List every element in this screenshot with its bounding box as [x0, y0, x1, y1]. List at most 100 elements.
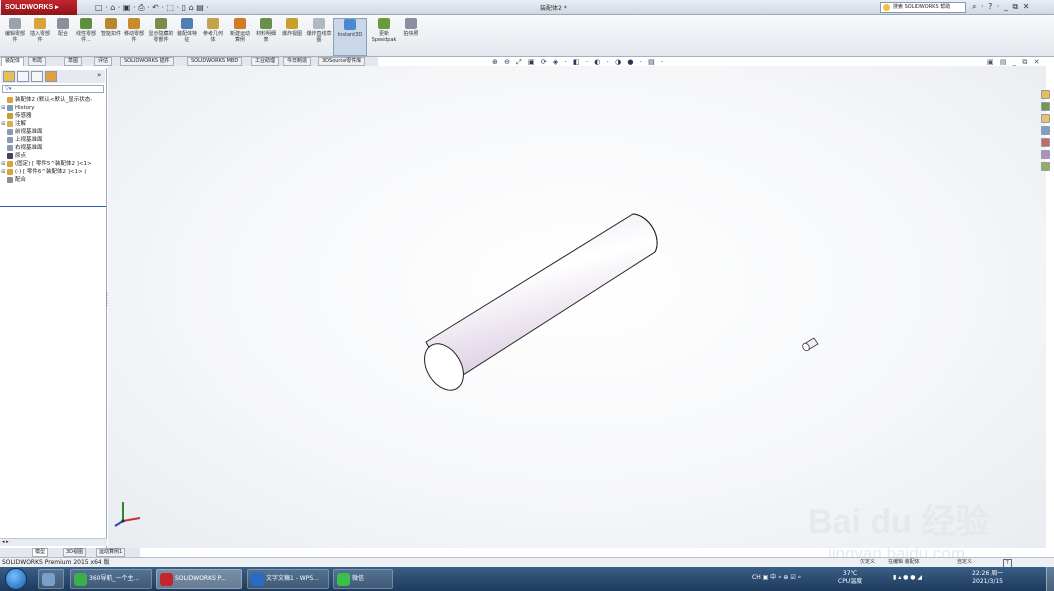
tab-1[interactable]: 布局	[28, 57, 47, 66]
ribbon-button-7[interactable]: 装配体特征	[175, 18, 199, 56]
tree-node-label: 前视基准面	[15, 129, 43, 135]
ribbon-button-10[interactable]: 材料明细表	[254, 18, 278, 56]
bottom-tab-2[interactable]: 运动算例1	[96, 548, 126, 557]
panel-splitter[interactable]: :::	[106, 292, 110, 310]
show-desktop-button[interactable]	[1046, 567, 1054, 591]
assembly-icon	[7, 97, 13, 103]
ribbon-button-4[interactable]: 智能扣件	[101, 18, 121, 56]
tab-8[interactable]: 3DSource零件库	[318, 57, 366, 66]
tree-node-label: (-) [ 零件6^装配体2 ]<1> (	[15, 169, 87, 175]
tree-node-label: 原点	[15, 153, 27, 159]
cpu-temp-label: CPU温度	[838, 578, 863, 585]
bottom-tab-0[interactable]: 模型	[32, 548, 49, 557]
status-units[interactable]: 自定义 ·	[957, 558, 975, 567]
taskbar-item-1[interactable]: 360导航_一个主...	[70, 569, 152, 589]
taskbar-item-4[interactable]: 微信	[333, 569, 393, 589]
wechat-icon	[337, 573, 350, 586]
ribbon-button-label: 显示隐藏的零部件	[148, 31, 174, 43]
small-pin-part[interactable]	[801, 337, 819, 352]
clock[interactable]: 22:26 周一 2021/3/15	[972, 570, 1003, 586]
ribbon-button-15[interactable]: 拍快照	[401, 18, 421, 56]
collapse-panel-button[interactable]: »	[97, 71, 101, 79]
tree-node[interactable]: 上视基准面	[1, 136, 105, 144]
system-tray[interactable]: CH ▣ 中 ⸰ ⊕ ☑ ⸰	[752, 574, 801, 582]
toolbox-icon[interactable]	[1041, 162, 1050, 171]
solidworks-logo[interactable]: SOLIDWORKS ▸	[1, 0, 77, 15]
tab-4[interactable]: SOLIDWORKS 插件	[120, 57, 174, 66]
taskbar-item-3[interactable]: 文字文稿1 - WPS...	[247, 569, 329, 589]
tab-0[interactable]: 装配体	[1, 57, 25, 66]
tray-icons-2[interactable]: ▮ ▴ ● ● ◢	[893, 574, 922, 582]
tree-node[interactable]: 传感器	[1, 112, 105, 120]
tab-3[interactable]: 评估	[94, 57, 113, 66]
start-button[interactable]	[5, 568, 27, 590]
plane-icon	[7, 145, 13, 151]
tree-rollback-bar[interactable]	[0, 206, 106, 207]
graphics-area[interactable]: Bai du 经验 jingyan.baidu.com	[108, 66, 1046, 563]
ribbon-button-5[interactable]: 移动零部件	[122, 18, 146, 56]
feature-manager-tab-icon[interactable]	[3, 71, 15, 82]
tree-node[interactable]: 右视基准面	[1, 144, 105, 152]
bottom-tab-1[interactable]: 3D视图	[63, 548, 87, 557]
file-explorer-icon[interactable]	[1041, 114, 1050, 123]
tree-node[interactable]: ⊞ 注解	[1, 120, 105, 128]
tree-node[interactable]: ⊞ (-) [ 零件6^装配体2 ]<1> (	[1, 168, 105, 176]
tree-node[interactable]: 原点	[1, 152, 105, 160]
taskbar-item-label: SOLIDWORKS P...	[175, 575, 227, 582]
configuration-manager-tab-icon[interactable]	[31, 71, 43, 82]
command-manager-ribbon: 编辑零部件 插入零部件 配合 线性零部件... 智能扣件 移动零部件 显示隐藏的零部件 装配体…	[0, 15, 1054, 57]
expand-icon[interactable]: ⊞	[1, 168, 5, 176]
ribbon-button-0[interactable]: 编辑零部件	[4, 18, 26, 56]
reference-geometry-icon	[207, 18, 219, 29]
bottom-tabs: 模型 3D视图 运动算例1	[0, 548, 140, 557]
resources-icon[interactable]	[1041, 90, 1050, 99]
ribbon-button-3[interactable]: 线性零部件...	[73, 18, 99, 56]
tree-node-label: 装配体2 (默认<默认_显示状态-	[15, 97, 93, 103]
ribbon-button-2[interactable]: 配合	[54, 18, 72, 56]
tab-6[interactable]: 工业助理	[251, 57, 280, 66]
property-manager-tab-icon[interactable]	[17, 71, 29, 82]
appearances-icon[interactable]	[1041, 138, 1050, 147]
tree-node[interactable]: ⊞ (固定) [ 零件5^装配体2 ]<1>	[1, 160, 105, 168]
taskbar-item-label: 360导航_一个主...	[89, 575, 140, 582]
help-search-input[interactable]: 搜索 SOLIDWORKS 帮助	[880, 2, 966, 13]
ribbon-button-13[interactable]: Instant3D	[333, 18, 367, 56]
cylinder-part[interactable]	[417, 213, 658, 397]
brand-label: SOLIDWORKS	[5, 4, 54, 11]
ribbon-button-6[interactable]: 显示隐藏的零部件	[148, 18, 174, 56]
origin-icon	[7, 153, 13, 159]
ribbon-button-8[interactable]: 参考几何体	[201, 18, 225, 56]
custom-properties-icon[interactable]	[1041, 150, 1050, 159]
dimxpert-tab-icon[interactable]	[45, 71, 57, 82]
tab-7[interactable]: 今日制造	[283, 57, 312, 66]
filter-field[interactable]: ▽▾	[2, 85, 104, 93]
ribbon-button-12[interactable]: 爆炸直线草图	[306, 18, 332, 56]
tree-node[interactable]: 配合	[1, 176, 105, 184]
ribbon-button-label: 爆炸视图	[281, 31, 302, 37]
tree-node-label: 注解	[15, 121, 27, 127]
expand-icon[interactable]: ⊞	[1, 104, 5, 112]
expand-icon[interactable]: ⊞	[1, 120, 5, 128]
taskbar-item-0[interactable]	[38, 569, 64, 589]
expand-icon[interactable]: ⊞	[1, 160, 5, 168]
design-library-icon[interactable]	[1041, 102, 1050, 111]
quick-access-toolbar[interactable]: □ · ⌂ · ▣ · ⎙ · ↶ · ⬚ · ▯ ⌂ ▤ ·	[95, 2, 209, 13]
temperature-widget[interactable]: 37℃ CPU温度	[838, 570, 862, 586]
ribbon-button-14[interactable]: 更新Speedpak	[369, 18, 399, 56]
ribbon-button-label: 新建运动算例	[229, 31, 250, 43]
taskbar-item-2[interactable]: SOLIDWORKS P...	[156, 569, 242, 589]
ribbon-button-9[interactable]: 新建运动算例	[228, 18, 252, 56]
ribbon-button-label: 材料明细表	[255, 31, 276, 43]
tree-node[interactable]: 装配体2 (默认<默认_显示状态-	[1, 96, 105, 104]
ribbon-button-11[interactable]: 爆炸视图	[281, 18, 303, 56]
tab-5[interactable]: SOLIDWORKS MBD	[187, 57, 243, 66]
tree-node[interactable]: ⊞ History	[1, 104, 105, 112]
tree-node[interactable]: 前视基准面	[1, 128, 105, 136]
speedpak-icon	[378, 18, 390, 29]
horizontal-scrollbar[interactable]: ◂ ▸	[0, 538, 107, 546]
title-controls[interactable]: ⌕ · ? · _ ⧉ ✕	[972, 2, 1031, 12]
ribbon-button-1[interactable]: 插入零部件	[28, 18, 52, 56]
view-palette-icon[interactable]	[1041, 126, 1050, 135]
sensor-icon	[7, 113, 13, 119]
tab-2[interactable]: 草图	[64, 57, 83, 66]
